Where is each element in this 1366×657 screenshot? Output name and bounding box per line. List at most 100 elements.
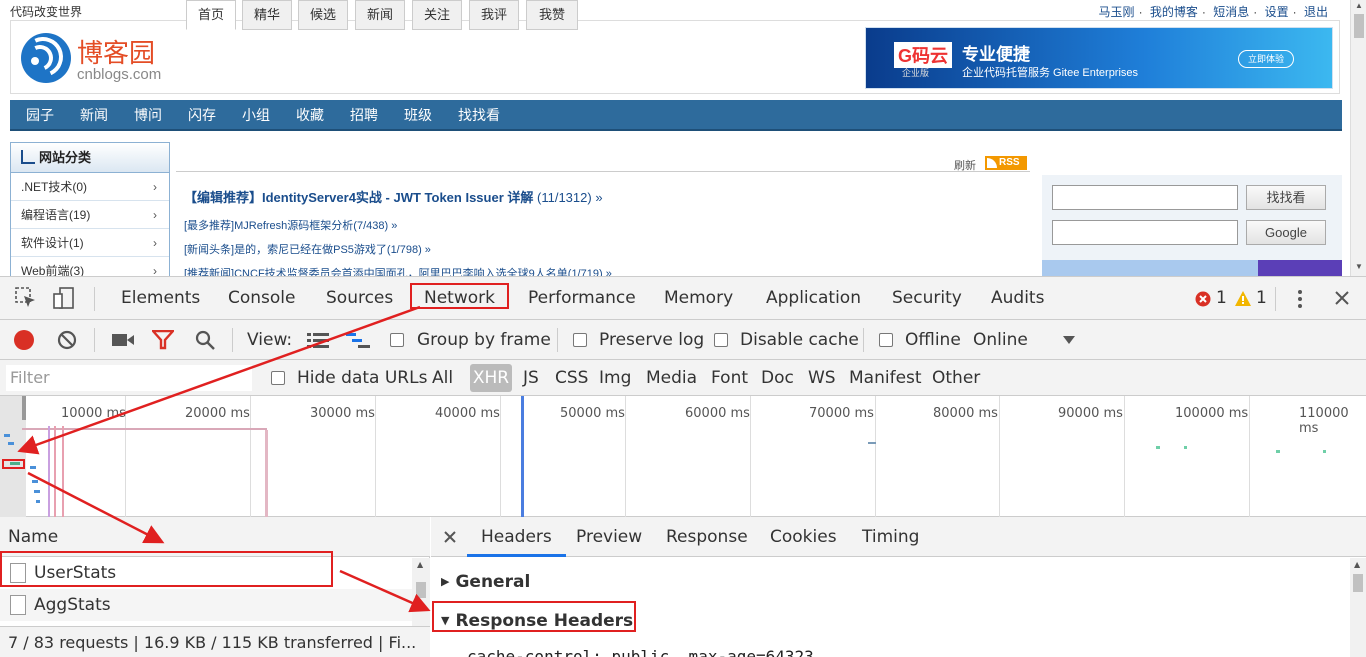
preserve-log-label[interactable]: Preserve log	[599, 320, 704, 360]
tab-response[interactable]: Response	[666, 517, 748, 557]
type-filter-css[interactable]: CSS	[555, 360, 588, 396]
user-link-settings[interactable]: 设置	[1265, 5, 1289, 19]
tab-preview[interactable]: Preview	[576, 517, 642, 557]
offline-checkbox[interactable]	[879, 333, 893, 347]
feed-item[interactable]: [新闻头条]是的，索尼已经在做PS5游戏了(1/798) »	[184, 241, 431, 257]
selection-handle[interactable]	[22, 396, 26, 420]
tab-memory[interactable]: Memory	[664, 277, 733, 319]
refresh-link[interactable]: 刷新	[954, 157, 976, 173]
feed-item[interactable]: [推荐新闻]CNCF技术监督委员会首添中国面孔，阿里巴巴李响入选全球9人名单(1…	[184, 265, 612, 276]
tab-my-likes[interactable]: 我赞	[526, 0, 578, 30]
tab-home[interactable]: 首页	[186, 0, 236, 30]
scrollbar-thumb[interactable]	[416, 582, 426, 598]
disable-cache-checkbox[interactable]	[714, 333, 728, 347]
large-rows-icon[interactable]	[307, 332, 329, 348]
user-link-profile[interactable]: 马玉刚	[1099, 5, 1135, 19]
request-row-aggstats[interactable]: AggStats	[0, 589, 412, 621]
type-filter-font[interactable]: Font	[711, 360, 748, 396]
cnblogs-logo-icon[interactable]	[17, 31, 71, 83]
nav-item-search[interactable]: 找找看	[448, 100, 510, 131]
nav-item-groups[interactable]: 小组	[232, 100, 280, 131]
tab-headers[interactable]: Headers	[467, 517, 566, 557]
category-item[interactable]: Web前端(3) ›	[11, 257, 169, 276]
scrollbar-thumb[interactable]	[1353, 574, 1363, 592]
tab-following[interactable]: 关注	[412, 0, 462, 30]
tab-console[interactable]: Console	[228, 277, 296, 319]
preserve-log-checkbox[interactable]	[573, 333, 587, 347]
warning-icon[interactable]	[1234, 290, 1252, 307]
tab-news[interactable]: 新闻	[355, 0, 405, 30]
clear-icon[interactable]	[57, 330, 77, 350]
rss-icon[interactable]: RSS	[985, 156, 1027, 170]
scrollbar-thumb[interactable]	[1354, 14, 1364, 38]
type-filter-img[interactable]: Img	[599, 360, 631, 396]
nav-item-classes[interactable]: 班级	[394, 100, 442, 131]
tab-cookies[interactable]: Cookies	[770, 517, 837, 557]
details-scrollbar[interactable]: ▲	[1350, 558, 1366, 657]
tab-candidates[interactable]: 候选	[298, 0, 348, 30]
tab-timing[interactable]: Timing	[862, 517, 919, 557]
type-filter-js[interactable]: JS	[523, 360, 539, 396]
type-filter-xhr[interactable]: XHR	[470, 364, 512, 392]
nav-item-news[interactable]: 新闻	[70, 100, 118, 131]
category-item[interactable]: 编程语言(19) ›	[11, 201, 169, 229]
device-toolbar-icon[interactable]	[52, 286, 76, 310]
filter-icon[interactable]	[152, 330, 174, 350]
hide-data-urls-label[interactable]: Hide data URLs	[297, 360, 427, 396]
feed-headline[interactable]: 【编辑推荐】IdentityServer4实战 - JWT Token Issu…	[184, 187, 603, 206]
record-icon[interactable]	[13, 329, 35, 351]
scroll-up-icon[interactable]: ▲	[1354, 560, 1360, 569]
type-filter-manifest[interactable]: Manifest	[849, 360, 922, 396]
site-search-input[interactable]	[1052, 185, 1238, 210]
tab-featured[interactable]: 精华	[242, 0, 292, 30]
tab-performance[interactable]: Performance	[528, 277, 636, 319]
filter-input[interactable]: Filter	[6, 365, 252, 391]
scroll-down-icon[interactable]: ▼	[1355, 262, 1363, 271]
nav-item-favorites[interactable]: 收藏	[286, 100, 334, 131]
category-item[interactable]: .NET技术(0) ›	[11, 173, 169, 201]
user-link-blog[interactable]: 我的博客	[1150, 5, 1198, 19]
type-filter-other[interactable]: Other	[932, 360, 980, 396]
nav-item-park[interactable]: 园子	[16, 100, 64, 131]
tab-sources[interactable]: Sources	[326, 277, 393, 319]
scroll-up-icon[interactable]: ▲	[417, 560, 423, 569]
nav-item-flash[interactable]: 闪存	[178, 100, 226, 131]
nav-item-questions[interactable]: 博问	[124, 100, 172, 131]
request-list-scrollbar[interactable]: ▲	[412, 558, 430, 626]
network-overview-timeline[interactable]: 10000 ms 20000 ms 30000 ms 40000 ms 5000…	[0, 396, 1366, 518]
site-search-button[interactable]: 找找看	[1246, 185, 1326, 210]
hide-data-urls-checkbox[interactable]	[271, 371, 285, 385]
tab-elements[interactable]: Elements	[121, 277, 200, 319]
nav-item-jobs[interactable]: 招聘	[340, 100, 388, 131]
google-search-input[interactable]	[1052, 220, 1238, 245]
tab-my-comments[interactable]: 我评	[469, 0, 519, 30]
more-options-icon[interactable]	[1296, 289, 1304, 309]
tab-application[interactable]: Application	[766, 277, 861, 319]
scroll-up-icon[interactable]: ▲	[1355, 1, 1363, 10]
user-link-logout[interactable]: 退出	[1304, 5, 1328, 19]
offline-label[interactable]: Offline	[905, 320, 961, 360]
search-icon[interactable]	[195, 330, 215, 350]
close-devtools-icon[interactable]	[1334, 290, 1350, 306]
brand-name[interactable]: 博客园	[77, 33, 155, 70]
user-link-messages[interactable]: 短消息	[1213, 5, 1249, 19]
ad-button[interactable]: 立即体验	[1238, 50, 1294, 68]
ad-banner[interactable]: G码云 企业版 专业便捷 企业代码托管服务 Gitee Enterprises …	[865, 27, 1333, 89]
error-icon[interactable]	[1195, 291, 1211, 307]
feed-item[interactable]: [最多推荐]MJRefresh源码框架分析(7/438) »	[184, 217, 397, 233]
waterfall-overview-icon[interactable]	[346, 332, 372, 348]
inspect-element-icon[interactable]	[14, 286, 38, 310]
page-scrollbar[interactable]: ▲ ▼	[1350, 0, 1366, 276]
screenshot-camera-icon[interactable]	[112, 333, 134, 347]
type-filter-all[interactable]: All	[432, 360, 453, 396]
throttle-select[interactable]: Online	[973, 320, 1028, 360]
error-count[interactable]: 1	[1216, 277, 1227, 319]
category-item[interactable]: 软件设计(1) ›	[11, 229, 169, 257]
section-general[interactable]: ▶ General	[441, 572, 530, 592]
warning-count[interactable]: 1	[1256, 277, 1267, 319]
close-details-icon[interactable]	[444, 531, 456, 543]
type-filter-ws[interactable]: WS	[808, 360, 836, 396]
group-by-frame-checkbox[interactable]	[390, 333, 404, 347]
tab-audits[interactable]: Audits	[991, 277, 1044, 319]
type-filter-media[interactable]: Media	[646, 360, 697, 396]
